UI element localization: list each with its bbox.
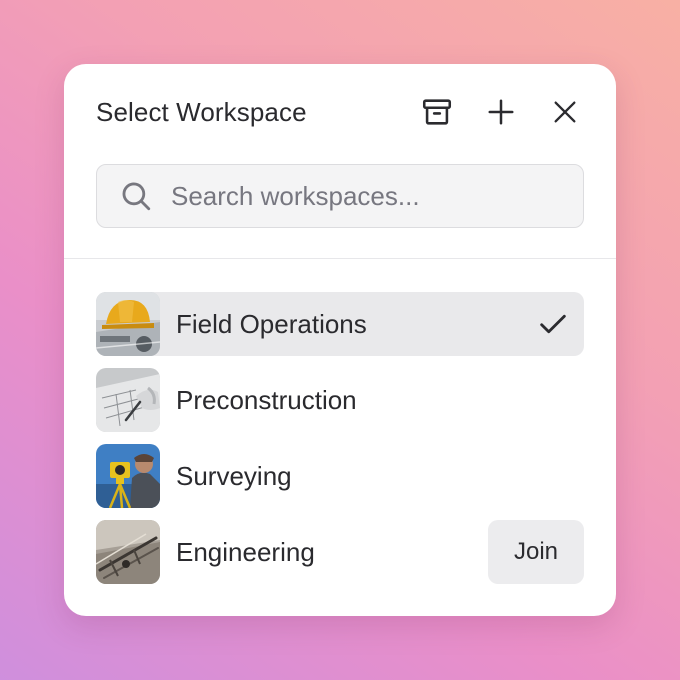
- hard-hat-thumbnail: [96, 292, 160, 356]
- header-actions: [418, 93, 584, 131]
- dialog-title: Select Workspace: [96, 96, 307, 127]
- surveyor-thumbnail: [96, 444, 160, 508]
- join-button[interactable]: Join: [488, 520, 584, 584]
- workspace-label: Field Operations: [176, 308, 367, 339]
- add-workspace-button[interactable]: [482, 93, 520, 131]
- workspace-label: Preconstruction: [176, 384, 357, 415]
- search-input[interactable]: [171, 180, 565, 212]
- workspace-item-field-operations[interactable]: Field Operations: [96, 292, 584, 356]
- workspace-label: Surveying: [176, 460, 292, 491]
- selected-check: [536, 307, 570, 341]
- workspace-item-engineering[interactable]: Engineering Join: [96, 520, 584, 584]
- close-icon: [554, 101, 576, 123]
- check-icon: [540, 314, 566, 334]
- archive-icon: [422, 99, 452, 125]
- header-divider: [64, 258, 616, 259]
- workspace-item-preconstruction[interactable]: Preconstruction: [96, 368, 584, 432]
- search-box[interactable]: [96, 164, 584, 228]
- workspace-list: Field Operations Preconstruction Surveyi…: [96, 292, 584, 596]
- workspace-label: Engineering: [176, 536, 315, 567]
- blueprint-thumbnail: [96, 368, 160, 432]
- close-button[interactable]: [546, 93, 584, 131]
- plus-icon: [488, 99, 514, 125]
- workspace-item-surveying[interactable]: Surveying: [96, 444, 584, 508]
- dialog-header: Select Workspace: [96, 92, 584, 132]
- search-icon: [122, 182, 151, 211]
- workspace-selector-dialog: Select Workspace Search workspaces... Fi…: [64, 64, 616, 616]
- archive-button[interactable]: [418, 93, 456, 131]
- drafting-tools-thumbnail: [96, 520, 160, 584]
